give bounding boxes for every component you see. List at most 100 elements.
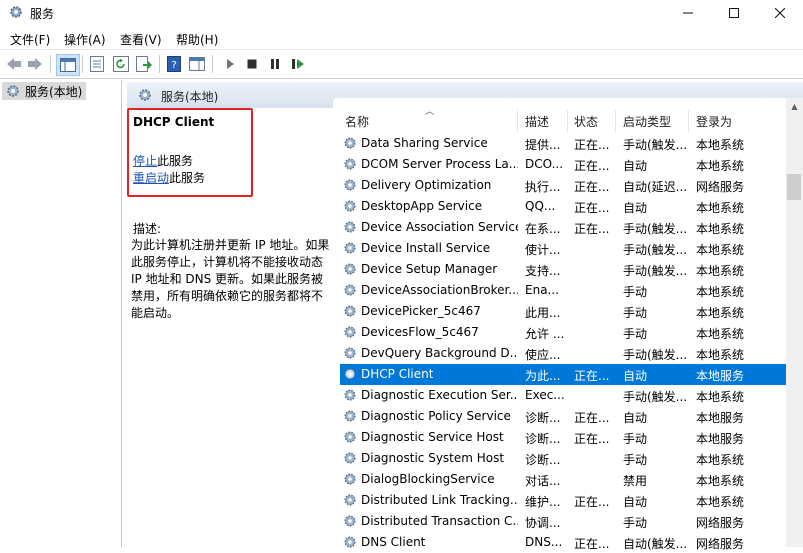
service-row[interactable]: Diagnostic Service Host 诊断... 正在... 手动 本地服务 [340, 427, 788, 448]
back-button[interactable] [4, 54, 24, 74]
service-row[interactable]: DeviceAssociationBroker... Ena... 手动 本地系统 [340, 280, 788, 301]
service-startup-cell: 自动 [623, 495, 648, 509]
service-desc-cell: 在系... [525, 222, 561, 236]
close-button[interactable] [757, 0, 803, 26]
service-row[interactable]: Device Setup Manager 支持... 手动(触发... 本地系统 [340, 259, 788, 280]
service-logon-cell: 网络服务 [696, 516, 745, 530]
refresh-button[interactable] [111, 54, 131, 74]
menu-file[interactable]: 文件(F) [10, 31, 50, 48]
service-name-cell: DevicesFlow_5c467 [361, 325, 479, 339]
column-header-log-on-as[interactable]: 登录为 [696, 113, 732, 130]
service-gear-icon [344, 200, 356, 212]
export-list-button[interactable] [134, 54, 154, 74]
service-name-cell: DesktopApp Service [361, 199, 483, 213]
stop-service-button[interactable] [242, 54, 262, 74]
service-gear-icon [344, 410, 356, 422]
service-status-cell: 正在... [574, 180, 610, 194]
service-name-cell: Diagnostic Service Host [361, 430, 504, 444]
properties-icon [90, 56, 104, 72]
maximize-icon [729, 8, 739, 18]
service-row[interactable]: DCOM Server Process La... DCO... 正在... 自动 本地… [340, 154, 788, 175]
service-desc-cell: 协调... [525, 516, 561, 530]
service-gear-icon [344, 368, 356, 380]
service-row[interactable]: Distributed Transaction C... 协调... 手动 网络服务 [340, 511, 788, 532]
column-header-name[interactable]: 名称 [345, 113, 369, 130]
maximize-button[interactable] [711, 0, 757, 26]
service-status-cell: 正在... [574, 222, 610, 236]
service-gear-icon [344, 473, 356, 485]
service-gear-icon [344, 179, 356, 191]
service-desc-cell: 允许 ... [525, 327, 565, 341]
show-action-pane-button[interactable] [187, 54, 207, 74]
scrollbar-thumb[interactable] [787, 174, 801, 200]
help-button[interactable]: ? [164, 54, 184, 74]
restart-service-link[interactable]: 重启动 [133, 171, 169, 185]
column-header-status[interactable]: 状态 [574, 113, 598, 130]
service-desc-cell: 诊断... [525, 411, 561, 425]
service-row[interactable]: Device Install Service 使计... 手动(触发... 本地系统 [340, 238, 788, 259]
vertical-scrollbar[interactable] [786, 98, 803, 547]
minimize-button[interactable] [665, 0, 711, 26]
service-name-cell: DialogBlockingService [361, 472, 495, 486]
service-desc-cell: 使计... [525, 243, 561, 257]
tree-node-services-local[interactable]: 服务(本地) [2, 82, 86, 100]
help-book-icon: ? [167, 56, 181, 72]
service-name-cell: Device Install Service [361, 241, 491, 255]
services-gear-icon [10, 6, 22, 18]
service-logon-cell: 网络服务 [696, 537, 745, 551]
service-gear-icon [344, 158, 356, 170]
show-hide-console-tree-button[interactable] [56, 54, 80, 76]
forward-button[interactable] [25, 54, 45, 74]
restart-service-button[interactable] [288, 54, 308, 74]
menu-action[interactable]: 操作(A) [64, 31, 106, 48]
service-gear-icon [344, 284, 356, 296]
selected-service-name: DHCP Client [133, 115, 215, 129]
column-header-startup-type[interactable]: 启动类型 [623, 113, 671, 130]
service-row[interactable]: Data Sharing Service 提供... 正在... 手动(触发... 本地… [340, 133, 788, 154]
service-gear-icon [344, 305, 356, 317]
back-arrow-icon [7, 58, 21, 70]
window-title: 服务 [30, 7, 55, 21]
menu-help[interactable]: 帮助(H) [176, 31, 218, 48]
column-header-description[interactable]: 描述 [525, 113, 549, 130]
service-status-cell: 正在... [574, 432, 610, 446]
service-name-cell: DCOM Server Process La... [361, 157, 518, 171]
service-row[interactable]: DialogBlockingService 对话... 禁用 本地系统 [340, 469, 788, 490]
properties-button[interactable] [87, 54, 107, 74]
description-label: 描述: [133, 222, 162, 236]
pause-icon [271, 59, 279, 69]
service-row[interactable]: DesktopApp Service QQ... 正在... 自动 本地系统 [340, 196, 788, 217]
service-logon-cell: 本地系统 [696, 264, 745, 278]
column-divider[interactable] [615, 110, 616, 132]
toolbar-separator [159, 55, 160, 73]
menu-view[interactable]: 查看(V) [120, 31, 162, 48]
service-startup-cell: 手动 [623, 306, 648, 320]
service-gear-icon [344, 389, 356, 401]
column-divider[interactable] [567, 110, 568, 132]
service-name-cell: Device Association Service [361, 220, 518, 234]
service-status-cell: 正在... [574, 411, 610, 425]
service-row[interactable]: Diagnostic System Host 诊断... 手动 本地系统 [340, 448, 788, 469]
service-row[interactable]: Device Association Service 在系... 正在... 手动(触… [340, 217, 788, 238]
service-row[interactable]: Delivery Optimization 执行... 正在... 自动(延迟... 网… [340, 175, 788, 196]
service-gear-icon [344, 347, 356, 359]
service-row[interactable]: Distributed Link Tracking... 维护... 正在... 自动… [340, 490, 788, 511]
column-divider[interactable] [688, 110, 689, 132]
service-row[interactable]: DevQuery Background D... 使应... 手动(触发... 本地系… [340, 343, 788, 364]
service-startup-cell: 自动 [623, 411, 648, 425]
service-gear-icon [344, 515, 356, 527]
service-row[interactable]: DevicePicker_5c467 此用... 手动 本地系统 [340, 301, 788, 322]
pause-service-button[interactable] [265, 54, 285, 74]
start-service-button[interactable] [220, 54, 240, 74]
service-name-cell: Device Setup Manager [361, 262, 498, 276]
service-row[interactable]: DNS Client DNS... 正在... 自动(触发... 网络服务 [340, 532, 788, 553]
service-row[interactable]: DevicesFlow_5c467 允许 ... 手动 本地系统 [340, 322, 788, 343]
restart-service-suffix: 此服务 [169, 171, 206, 185]
scroll-up-arrow-icon[interactable]: ▲ [786, 98, 803, 115]
stop-service-link[interactable]: 停止 [133, 154, 157, 168]
service-row[interactable]: Diagnostic Policy Service 诊断... 正在... 自动 本地服… [340, 406, 788, 427]
service-desc-cell: 为此... [525, 369, 561, 383]
service-row[interactable]: DHCP Client 为此... 正在... 自动 本地服务 [340, 364, 788, 385]
service-row[interactable]: Diagnostic Execution Ser... Exec... 手动(触发.… [340, 385, 788, 406]
column-divider[interactable] [517, 110, 518, 132]
